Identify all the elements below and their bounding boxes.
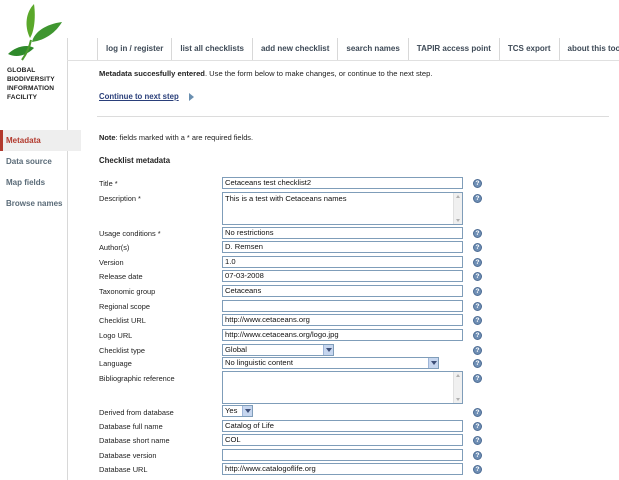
help-icon[interactable]: ? — [473, 243, 482, 252]
scrollbar[interactable] — [453, 372, 462, 403]
help-icon[interactable]: ? — [473, 302, 482, 311]
taxonomic-group-label: Taxonomic group — [99, 287, 156, 296]
checklist-type-value: Global — [225, 345, 247, 354]
db-full-name-label: Database full name — [99, 422, 163, 431]
title-field[interactable]: Cetaceans test checklist2 — [222, 177, 463, 189]
description-text: This is a test with Cetaceans names — [225, 194, 347, 203]
sidebar-item-browse-names[interactable]: Browse names — [0, 193, 81, 214]
sidebar-item-map-fields[interactable]: Map fields — [0, 172, 81, 193]
chevron-down-icon[interactable] — [242, 406, 252, 416]
logo-url-field[interactable]: http://www.cetaceans.org/logo.jpg — [222, 329, 463, 341]
chevron-down-icon[interactable] — [323, 345, 333, 355]
checklist-url-field[interactable]: http://www.cetaceans.org — [222, 314, 463, 326]
logo-line: FACILITY — [7, 94, 38, 101]
help-icon[interactable]: ? — [473, 331, 482, 340]
regional-scope-label: Regional scope — [99, 302, 150, 311]
top-divider — [67, 60, 619, 61]
checklist-type-select[interactable]: Global — [222, 344, 334, 356]
db-url-label: Database URL — [99, 465, 148, 474]
help-icon[interactable]: ? — [473, 229, 482, 238]
db-short-name-field[interactable]: COL — [222, 434, 463, 446]
help-icon[interactable]: ? — [473, 346, 482, 355]
language-select[interactable]: No linguistic content — [222, 357, 439, 369]
help-icon[interactable]: ? — [473, 316, 482, 325]
help-icon[interactable]: ? — [473, 359, 482, 368]
db-version-field[interactable] — [222, 449, 463, 461]
tab-about[interactable]: about this tool — [560, 38, 619, 60]
success-message-bold: Metadata succesfully entered — [99, 69, 205, 78]
release-date-field[interactable]: 07-03-2008 — [222, 270, 463, 282]
sidebar-item-data-source[interactable]: Data source — [0, 151, 81, 172]
note-bold: Note — [99, 133, 116, 142]
derived-from-db-select[interactable]: Yes — [222, 405, 253, 417]
bibliographic-label: Bibliographic reference — [99, 374, 175, 383]
top-navigation: log in / register list all checklists ad… — [97, 38, 619, 60]
usage-field[interactable]: No restrictions — [222, 227, 463, 239]
help-icon[interactable]: ? — [473, 179, 482, 188]
required-note: Note: fields marked with a * are require… — [99, 133, 253, 142]
authors-field[interactable]: D. Remsen — [222, 241, 463, 253]
db-full-name-field[interactable]: Catalog of Life — [222, 420, 463, 432]
language-value: No linguistic content — [225, 358, 293, 367]
help-icon[interactable]: ? — [473, 465, 482, 474]
section-title: Checklist metadata — [99, 156, 171, 165]
help-icon[interactable]: ? — [473, 422, 482, 431]
release-date-label: Release date — [99, 272, 143, 281]
arrow-right-icon[interactable] — [189, 93, 194, 101]
tab-tapir-access[interactable]: TAPIR access point — [409, 38, 500, 60]
leaf-logo-icon — [8, 4, 62, 61]
help-icon[interactable]: ? — [473, 374, 482, 383]
help-icon[interactable]: ? — [473, 258, 482, 267]
sidebar: Metadata Data source Map fields Browse n… — [0, 130, 81, 214]
db-url-field[interactable]: http://www.catalogoflife.org — [222, 463, 463, 475]
gbif-logo: GLOBAL BIODIVERSITY INFORMATION FACILITY — [4, 2, 66, 112]
derived-from-db-label: Derived from database — [99, 408, 174, 417]
tab-tcs-export[interactable]: TCS export — [500, 38, 560, 60]
logo-url-label: Logo URL — [99, 331, 133, 340]
derived-from-db-value: Yes — [225, 406, 238, 415]
success-message: Metadata succesfully entered. Use the fo… — [99, 69, 432, 78]
logo-wordmark: GLOBAL BIODIVERSITY INFORMATION FACILITY — [7, 66, 55, 102]
continue-link[interactable]: Continue to next step — [99, 92, 179, 101]
logo-line: GLOBAL — [7, 67, 36, 74]
version-field[interactable]: 1.0 — [222, 256, 463, 268]
help-icon[interactable]: ? — [473, 451, 482, 460]
authors-label: Author(s) — [99, 243, 130, 252]
help-icon[interactable]: ? — [473, 436, 482, 445]
usage-label: Usage conditions * — [99, 229, 161, 238]
bibliographic-textarea[interactable] — [222, 371, 463, 404]
tab-login-register[interactable]: log in / register — [97, 38, 173, 60]
note-text: : fields marked with a * are required fi… — [115, 133, 254, 142]
tab-search-names[interactable]: search names — [338, 38, 409, 60]
help-icon[interactable]: ? — [473, 287, 482, 296]
title-label: Title * — [99, 179, 118, 188]
help-icon[interactable]: ? — [473, 272, 482, 281]
tab-list-checklists[interactable]: list all checklists — [172, 38, 253, 60]
tab-add-checklist[interactable]: add new checklist — [253, 38, 339, 60]
success-message-text: . Use the form below to make changes, or… — [204, 69, 433, 78]
scrollbar[interactable] — [453, 193, 462, 224]
language-label: Language — [99, 359, 132, 368]
horizontal-divider — [97, 116, 609, 117]
help-icon[interactable]: ? — [473, 408, 482, 417]
checklist-type-label: Checklist type — [99, 346, 146, 355]
db-short-name-label: Database short name — [99, 436, 170, 445]
taxonomic-group-field[interactable]: Cetaceans — [222, 285, 463, 297]
version-label: Version — [99, 258, 124, 267]
chevron-down-icon[interactable] — [428, 358, 438, 368]
checklist-url-label: Checklist URL — [99, 316, 146, 325]
logo-line: BIODIVERSITY — [7, 76, 55, 83]
description-textarea[interactable]: This is a test with Cetaceans names — [222, 192, 463, 225]
sidebar-item-metadata[interactable]: Metadata — [0, 130, 81, 151]
db-version-label: Database version — [99, 451, 157, 460]
help-icon[interactable]: ? — [473, 194, 482, 203]
logo-line: INFORMATION — [7, 85, 55, 92]
regional-scope-field[interactable] — [222, 300, 463, 312]
description-label: Description * — [99, 194, 141, 203]
vertical-divider — [67, 38, 68, 480]
